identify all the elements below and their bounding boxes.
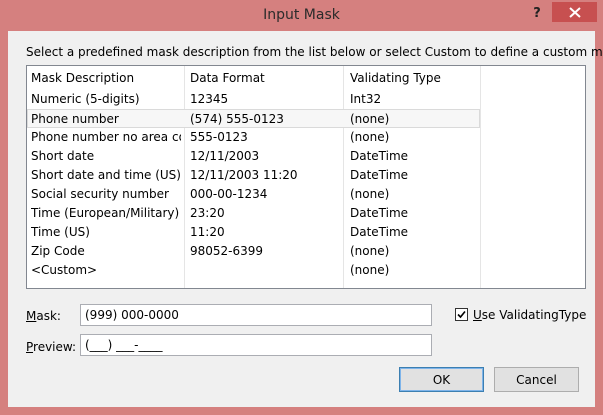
- mask-description-cell: Social security number: [31, 187, 169, 201]
- mask-input[interactable]: (999) 000-0000: [80, 304, 432, 326]
- data-format-cell: 11:20: [190, 225, 225, 239]
- column-header-mask-description[interactable]: Mask Description: [31, 71, 134, 85]
- instruction-text: Select a predefined mask description fro…: [26, 45, 603, 59]
- mask-list[interactable]: Mask Description Data Format Validating …: [26, 65, 586, 289]
- validating-type-cell: DateTime: [350, 168, 409, 182]
- preview-input[interactable]: (___) ___-____: [80, 334, 432, 356]
- validating-type-cell: DateTime: [350, 225, 409, 239]
- column-header-data-format[interactable]: Data Format: [190, 71, 265, 85]
- list-header: Mask Description Data Format Validating …: [27, 66, 585, 90]
- data-format-cell: 12/11/2003: [190, 149, 260, 163]
- mask-description-cell: Numeric (5-digits): [31, 92, 140, 106]
- use-validating-type-label[interactable]: Use ValidatingType: [473, 308, 586, 322]
- mask-description-cell: Phone number no area co...: [31, 130, 181, 144]
- column-divider: [480, 66, 481, 288]
- table-row[interactable]: Phone number no area co... 555-0123 (none): [27, 128, 480, 147]
- table-row[interactable]: Numeric (5-digits) 12345 Int32: [27, 90, 480, 109]
- validating-type-cell: (none): [350, 244, 390, 258]
- data-format-cell: 23:20: [190, 206, 225, 220]
- validating-type-cell: DateTime: [350, 149, 409, 163]
- data-format-cell: (574) 555-0123: [190, 112, 284, 126]
- mask-description-cell: Time (US): [31, 225, 90, 239]
- data-format-cell: 555-0123: [190, 130, 248, 144]
- mask-description-cell: Short date and time (US): [31, 168, 181, 182]
- column-header-validating-type[interactable]: Validating Type: [350, 71, 441, 85]
- ok-button[interactable]: OK: [399, 367, 484, 392]
- mask-description-cell: Zip Code: [31, 244, 85, 258]
- mask-description-cell: <Custom>: [31, 263, 98, 277]
- table-row[interactable]: Zip Code 98052-6399 (none): [27, 242, 480, 261]
- dialog-client-area: Select a predefined mask description fro…: [8, 31, 603, 407]
- table-row[interactable]: Short date 12/11/2003 DateTime: [27, 147, 480, 166]
- table-row[interactable]: <Custom> (none): [27, 261, 480, 280]
- title-bar[interactable]: Input Mask ?: [0, 0, 603, 31]
- mask-label: Mask:: [26, 309, 61, 323]
- mask-description-cell: Time (European/Military): [31, 206, 180, 220]
- table-row[interactable]: Time (European/Military) 23:20 DateTime: [27, 204, 480, 223]
- validating-type-cell: Int32: [350, 92, 382, 106]
- close-button[interactable]: [552, 2, 597, 22]
- table-row[interactable]: Time (US) 11:20 DateTime: [27, 223, 480, 242]
- help-icon: ?: [533, 5, 541, 21]
- data-format-cell: 98052-6399: [190, 244, 264, 258]
- validating-type-cell: (none): [350, 187, 390, 201]
- help-button[interactable]: ?: [524, 2, 550, 24]
- validating-type-cell: DateTime: [350, 206, 409, 220]
- table-row[interactable]: Phone number (574) 555-0123 (none): [27, 109, 480, 128]
- validating-type-cell: (none): [350, 263, 390, 277]
- mask-description-cell: Short date: [31, 149, 95, 163]
- data-format-cell: 12345: [190, 92, 229, 106]
- window-title: Input Mask: [263, 7, 340, 23]
- validating-type-cell: (none): [350, 112, 390, 126]
- table-row[interactable]: Social security number 000-00-1234 (none): [27, 185, 480, 204]
- validating-type-cell: (none): [350, 130, 390, 144]
- dialog-window: Input Mask ? Select a predefined mask de…: [0, 0, 603, 415]
- table-row[interactable]: Short date and time (US) 12/11/2003 11:20…: [27, 166, 480, 185]
- cancel-button[interactable]: Cancel: [494, 367, 579, 392]
- checkmark-icon: [457, 310, 466, 319]
- close-icon: [568, 6, 581, 18]
- data-format-cell: 12/11/2003 11:20: [190, 168, 298, 182]
- use-validating-type-checkbox[interactable]: [455, 308, 468, 321]
- mask-description-cell: Phone number: [31, 112, 119, 126]
- data-format-cell: 000-00-1234: [190, 187, 268, 201]
- preview-label: Preview:: [26, 340, 77, 354]
